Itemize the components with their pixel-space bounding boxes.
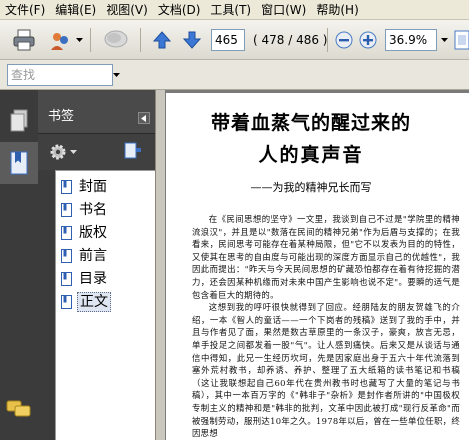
search-dropdown[interactable] bbox=[110, 64, 122, 86]
next-page-button[interactable] bbox=[180, 26, 204, 54]
pages-panel-button[interactable] bbox=[0, 100, 38, 142]
zoom-out-button[interactable] bbox=[334, 26, 354, 54]
zoom-dropdown[interactable] bbox=[438, 29, 451, 51]
document-viewport[interactable]: 带着血蒸气的醒过来的 人的真声音 ——为我的精神兄长而写 在《民间思想的坚守》一… bbox=[165, 90, 469, 440]
bookmark-label: 书名 bbox=[79, 202, 107, 218]
comment-icon bbox=[104, 30, 128, 48]
paragraph: 这想到我的呼吁很快就得到了回应。经朋陆友的朋友贺雄飞的介绍，一本《智人的童话——… bbox=[192, 302, 460, 439]
gear-icon bbox=[50, 144, 66, 160]
comment-bubble-icon bbox=[6, 400, 31, 417]
comments-panel-button[interactable] bbox=[0, 388, 38, 430]
bookmark-icon bbox=[61, 226, 72, 240]
bookmark-label: 前言 bbox=[79, 248, 107, 264]
menu-window[interactable]: 窗口(W) bbox=[256, 0, 311, 20]
navigation-rail bbox=[0, 90, 38, 440]
menu-document[interactable]: 文档(D) bbox=[153, 0, 206, 20]
menu-bar: 文件(F) 编辑(E) 视图(V) 文档(D) 工具(T) 窗口(W) 帮助(H… bbox=[0, 0, 469, 20]
bookmark-label: 版权 bbox=[79, 225, 107, 241]
previous-page-button[interactable] bbox=[150, 26, 174, 54]
bookmark-item[interactable]: 书名 bbox=[61, 200, 109, 220]
bookmark-icon bbox=[61, 295, 72, 309]
bookmark-icon bbox=[61, 203, 72, 217]
bookmark-icon bbox=[61, 272, 72, 286]
arrow-up-icon bbox=[152, 31, 172, 49]
chevron-down-icon bbox=[76, 37, 83, 42]
menu-help[interactable]: 帮助(H) bbox=[311, 0, 363, 20]
page-count-label: ( 478 / 486 ) bbox=[253, 33, 328, 47]
chevron-down-icon bbox=[69, 149, 77, 154]
document-subtitle: ——为我的精神兄长而写 bbox=[250, 181, 372, 194]
chevron-down-icon bbox=[112, 72, 120, 77]
options-button[interactable] bbox=[48, 142, 68, 162]
chevron-left-icon bbox=[141, 114, 146, 122]
bookmark-icon bbox=[61, 180, 72, 194]
menu-view[interactable]: 视图(V) bbox=[101, 0, 153, 20]
zoom-in-icon bbox=[359, 31, 377, 49]
fit-page-button[interactable] bbox=[452, 26, 469, 54]
toolbar-separator bbox=[140, 28, 141, 52]
bookmarks-toolbar bbox=[38, 134, 155, 170]
bookmark-page-icon bbox=[10, 151, 28, 175]
comment-button[interactable] bbox=[102, 26, 130, 54]
toolbar: 465 ( 478 / 486 ) 36.9% bbox=[0, 20, 469, 60]
document-title-line1: 带着血蒸气的醒过来的 bbox=[210, 112, 411, 134]
search-bar: 查找 bbox=[0, 60, 469, 90]
arrow-down-icon bbox=[182, 31, 202, 49]
bookmark-item[interactable]: 正文 bbox=[61, 292, 111, 312]
panel-title: 书签 bbox=[48, 109, 75, 124]
bookmarks-panel-header: 书签 bbox=[38, 90, 155, 134]
bookmark-label: 正文 bbox=[77, 292, 111, 312]
zoom-out-icon bbox=[335, 31, 353, 49]
chevron-down-icon bbox=[441, 37, 448, 42]
toolbar-separator bbox=[90, 28, 91, 52]
bookmark-item[interactable]: 封面 bbox=[61, 177, 109, 197]
bookmark-list: 封面书名版权前言目录正文 bbox=[55, 170, 155, 440]
pages-icon bbox=[10, 109, 28, 132]
panel-splitter[interactable] bbox=[155, 90, 165, 440]
bookmark-icon bbox=[61, 249, 72, 263]
paragraph: 在《民间思想的坚守》一文里，我谈到自己不过是"学院里的精神流浪汉"，并且是以"数… bbox=[192, 214, 460, 300]
collaborate-dropdown[interactable] bbox=[73, 29, 86, 51]
zoom-in-button[interactable] bbox=[358, 26, 378, 54]
expand-bookmark-button[interactable] bbox=[122, 140, 144, 162]
printer-icon bbox=[13, 29, 35, 51]
collapse-panel-button[interactable] bbox=[138, 112, 150, 124]
bookmark-item[interactable]: 版权 bbox=[61, 223, 109, 243]
bookmark-item[interactable]: 前言 bbox=[61, 246, 109, 266]
people-icon bbox=[51, 33, 68, 50]
zoom-input[interactable]: 36.9% bbox=[385, 29, 437, 51]
print-button[interactable] bbox=[10, 26, 38, 54]
bookmark-label: 封面 bbox=[79, 179, 107, 195]
toolbar-separator bbox=[327, 28, 328, 52]
collaborate-button[interactable] bbox=[48, 26, 74, 54]
document-page: 带着血蒸气的醒过来的 人的真声音 ——为我的精神兄长而写 在《民间思想的坚守》一… bbox=[166, 93, 469, 440]
menu-tools[interactable]: 工具(T) bbox=[205, 0, 256, 20]
menu-edit[interactable]: 编辑(E) bbox=[50, 0, 101, 20]
bookmarks-panel: 书签 封面书名版权前言目录正文 bbox=[38, 90, 155, 440]
options-dropdown[interactable] bbox=[68, 142, 78, 162]
page-number-input[interactable]: 465 bbox=[211, 29, 245, 51]
bookmarks-panel-button[interactable] bbox=[0, 142, 38, 184]
expand-bookmark-icon bbox=[124, 142, 141, 159]
bookmark-label: 目录 bbox=[79, 271, 107, 287]
document-title-line2: 人的真声音 bbox=[258, 144, 364, 166]
fit-page-icon bbox=[454, 30, 469, 50]
search-input[interactable]: 查找 bbox=[7, 64, 113, 86]
bookmark-item[interactable]: 目录 bbox=[61, 269, 109, 289]
document-body: 在《民间思想的坚守》一文里，我谈到自己不过是"学院里的精神流浪汉"，并且是以"数… bbox=[192, 213, 460, 440]
menu-file[interactable]: 文件(F) bbox=[0, 0, 50, 20]
